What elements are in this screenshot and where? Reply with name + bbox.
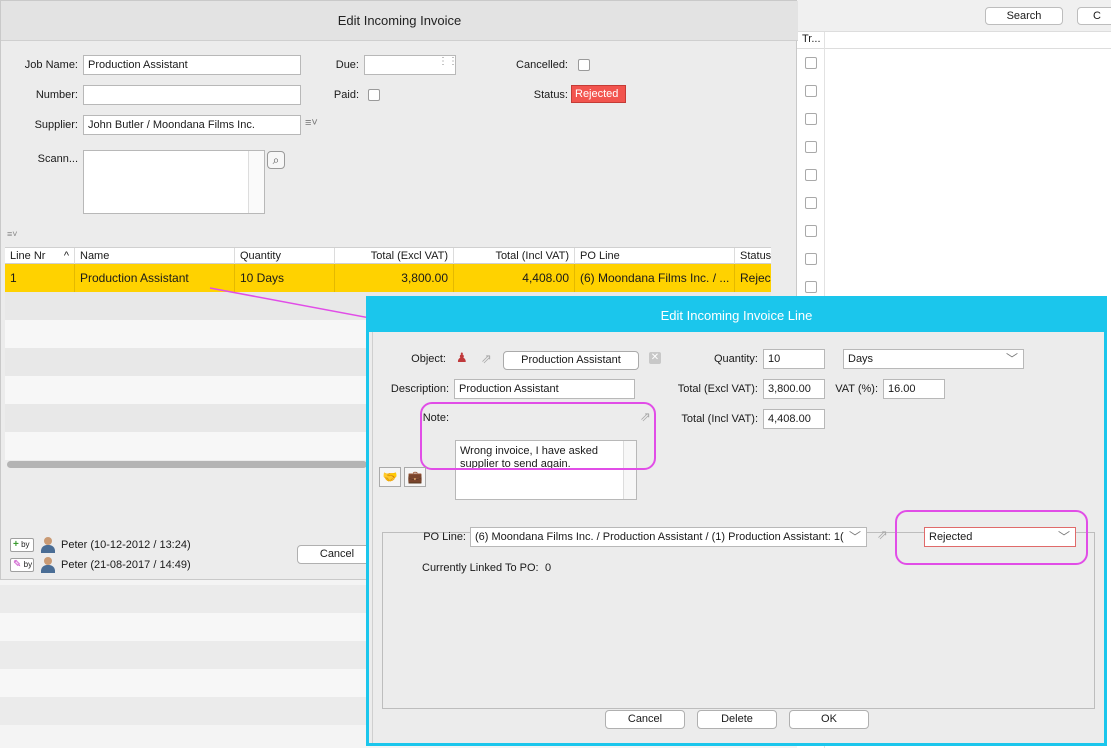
dialog-title: Edit Incoming Invoice Line bbox=[369, 299, 1104, 332]
cancelled-checkbox[interactable] bbox=[578, 59, 590, 71]
quantity-field[interactable]: 10 bbox=[763, 349, 825, 369]
calendar-icon[interactable]: ⋮⋮ bbox=[438, 56, 458, 67]
number-label: Number: bbox=[35, 89, 78, 101]
unit-select[interactable]: Days ﹀ bbox=[843, 349, 1024, 369]
number-field[interactable] bbox=[83, 85, 301, 105]
dialog-body: Object: ♟ ⇗ Production Assistant ✕ Descr… bbox=[372, 332, 1101, 743]
quantity-label: Quantity: bbox=[713, 353, 758, 365]
person-icon: ♟ bbox=[456, 350, 468, 365]
row-checkbox[interactable] bbox=[805, 141, 817, 153]
search-button[interactable]: Search bbox=[985, 7, 1063, 25]
object-button[interactable]: Production Assistant bbox=[503, 351, 639, 370]
total-incl-label: Total (Incl VAT): bbox=[681, 413, 758, 425]
cell-status: Rejec bbox=[740, 271, 771, 285]
cell-po-line: (6) Moondana Films Inc. / ... bbox=[575, 264, 735, 292]
supplier-label: Supplier: bbox=[34, 119, 78, 131]
paid-checkbox[interactable] bbox=[368, 89, 380, 101]
delete-button[interactable]: Delete bbox=[697, 710, 777, 729]
col-total-incl-vat[interactable]: Total (Incl VAT) bbox=[454, 248, 575, 264]
status-highlight bbox=[895, 510, 1088, 565]
chevron-down-icon: ﹀ bbox=[1005, 352, 1018, 366]
background-column-header bbox=[797, 32, 1111, 49]
row-checkbox[interactable] bbox=[805, 225, 817, 237]
created-by-text: Peter (10-12-2012 / 13:24) bbox=[61, 539, 191, 551]
cancel-button[interactable]: Cancel bbox=[605, 710, 685, 729]
status-label: Status: bbox=[533, 89, 568, 101]
total-incl-field[interactable]: 4,408.00 bbox=[763, 409, 825, 429]
job-name-field[interactable]: Production Assistant bbox=[83, 55, 301, 75]
edit-invoice-line-dialog: Edit Incoming Invoice Line Object: ♟ ⇗ P… bbox=[366, 296, 1107, 746]
dialog-title: Edit Incoming Invoice bbox=[1, 1, 798, 41]
list-menu-icon[interactable]: ≡˅ bbox=[305, 117, 318, 129]
row-checkbox[interactable] bbox=[805, 253, 817, 265]
created-by-icon: + by bbox=[10, 538, 34, 552]
handshake-tab-icon[interactable]: 🤝 bbox=[379, 467, 401, 487]
total-excl-label: Total (Excl VAT): bbox=[677, 383, 758, 395]
object-label: Object: bbox=[411, 353, 446, 365]
row-checkbox[interactable] bbox=[805, 197, 817, 209]
table-menu-icon[interactable]: ≡˅ bbox=[7, 229, 18, 239]
col-po-line[interactable]: PO Line bbox=[575, 248, 735, 264]
attach-paperclip-icon[interactable]: ⌕ bbox=[267, 151, 285, 169]
lines-table-header: Line Nr ^ Name Quantity Total (Excl VAT) … bbox=[5, 247, 771, 264]
col-quantity[interactable]: Quantity bbox=[235, 248, 335, 264]
col-name[interactable]: Name bbox=[75, 248, 235, 264]
description-label: Description: bbox=[390, 383, 449, 395]
supplier-field[interactable]: John Butler / Moondana Films Inc. bbox=[83, 115, 301, 135]
edited-by-text: Peter (21-08-2017 / 14:49) bbox=[61, 559, 191, 571]
briefcase-tab-icon[interactable]: 💼 bbox=[404, 467, 426, 487]
column-header-tr[interactable]: Tr... bbox=[802, 33, 821, 45]
due-label: Due: bbox=[335, 59, 359, 71]
vat-field[interactable]: 16.00 bbox=[883, 379, 945, 399]
scan-scrollbar[interactable] bbox=[248, 151, 264, 213]
open-link-icon[interactable]: ⇗ bbox=[481, 351, 492, 367]
cell-line-nr: 1 bbox=[5, 264, 75, 292]
row-checkbox[interactable] bbox=[805, 169, 817, 181]
scan-area[interactable] bbox=[83, 150, 265, 214]
paid-label: Paid: bbox=[333, 89, 359, 101]
po-line-select[interactable]: (6) Moondana Films Inc. / Production Ass… bbox=[470, 527, 867, 547]
user-avatar bbox=[41, 557, 55, 573]
ok-button[interactable]: OK bbox=[789, 710, 869, 729]
row-checkbox[interactable] bbox=[805, 281, 817, 293]
vat-label: VAT (%): bbox=[835, 383, 878, 395]
chevron-down-icon: ﹀ bbox=[845, 528, 861, 546]
po-line-label: PO Line: bbox=[423, 531, 466, 543]
row-checkbox[interactable] bbox=[805, 57, 817, 69]
user-avatar bbox=[41, 537, 55, 553]
horizontal-scrollbar[interactable] bbox=[7, 461, 367, 468]
note-highlight bbox=[420, 402, 656, 470]
cancelled-label: Cancelled: bbox=[516, 59, 568, 71]
status-badge[interactable]: Rejected bbox=[571, 85, 626, 103]
linked-to-po-value: 0 bbox=[545, 562, 552, 574]
job-name-label: Job Name: bbox=[24, 59, 78, 71]
sort-ascending-icon: ^ bbox=[63, 250, 69, 262]
cell-total-incl: 4,408.00 bbox=[454, 264, 575, 292]
clear-icon[interactable]: ✕ bbox=[649, 352, 661, 364]
row-checkbox[interactable] bbox=[805, 85, 817, 97]
cancel-button[interactable]: Cancel bbox=[297, 545, 377, 564]
description-field[interactable]: Production Assistant bbox=[454, 379, 635, 399]
edited-by-icon: ✎ by bbox=[10, 558, 34, 572]
background-toolbar: Search C bbox=[797, 0, 1111, 32]
total-excl-field[interactable]: 3,800.00 bbox=[763, 379, 825, 399]
scan-label: Scann... bbox=[37, 153, 78, 165]
open-link-icon[interactable]: ⇗ bbox=[877, 527, 888, 543]
background-button-partial[interactable]: C bbox=[1077, 7, 1111, 25]
linked-to-po-label: Currently Linked To PO: bbox=[422, 562, 539, 574]
col-line-nr[interactable]: Line Nr ^ bbox=[5, 248, 75, 264]
row-checkbox[interactable] bbox=[805, 113, 817, 125]
col-total-excl-vat[interactable]: Total (Excl VAT) bbox=[335, 248, 454, 264]
col-status[interactable]: Status bbox=[735, 248, 771, 264]
